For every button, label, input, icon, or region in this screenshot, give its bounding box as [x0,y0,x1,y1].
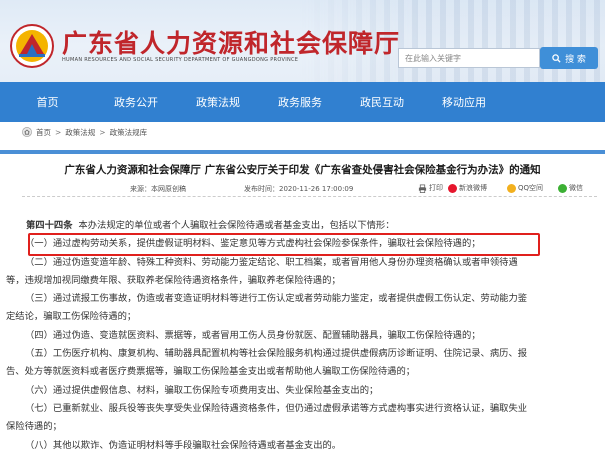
site-title[interactable]: 广东省人力资源和社会保障厅 [62,24,400,60]
search-input[interactable]: 在此输入关键字 [398,48,540,68]
breadcrumb-separator: > [55,127,62,137]
breadcrumb-home[interactable]: 首页 [36,127,51,138]
breadcrumb-separator: > [99,127,106,137]
article-line: 等，违规增加视同缴费年限、获取养老保险待遇资格条件，骗取养老保险待遇的； [6,274,341,286]
print-label: 打印 [429,184,443,192]
qzone-icon [507,183,516,193]
article-line: （五）工伤医疗机构、康复机构、辅助器具配置机构等社会保险服务机构通过提供虚假病历… [25,348,528,360]
breadcrumb-policy-library[interactable]: 政策法规库 [110,127,148,138]
search-button-label: 搜 索 [565,54,586,65]
article-line: （二）通过伪造变造年龄、特殊工种资料、劳动能力鉴定结论、职工档案，或者冒用他人身… [25,256,518,268]
breadcrumb: 首页 > 政策法规 > 政策法规库 [22,126,147,138]
article-line: 本办法规定的单位或者个人骗取社会保险待遇或者基金支出，包括以下情形： [78,220,395,231]
nav-item-home[interactable]: 首页 [0,94,95,110]
home-icon [22,127,32,137]
header-banner: 广东省人力资源和社会保障厅 HUMAN RESOURCES AND SOCIAL… [0,0,605,82]
share-qzone-label: QQ空间 [518,184,544,192]
article-line: 保险待遇的； [6,421,62,433]
article-meta: 来源：本网原创稿 发布时间：2020-11-26 17:00:09 打印 新浪微… [0,181,600,195]
nav-item-policy-regulations[interactable]: 政策法规 [177,94,259,110]
section-divider [0,150,605,154]
share-weibo-label: 新浪微博 [459,184,487,192]
printer-icon [418,184,427,193]
article-line: 告、处方等就医资料或者医疗费票据等，骗取工伤保险基金支出或者帮助他人骗取工伤保险… [6,366,416,378]
article-source: 来源：本网原创稿 [130,185,186,193]
highlight-annotation-box [28,233,540,256]
article-line: （四）通过伪造、变造就医资料、票据等，或者冒用工伤人员身份就医、配置辅助器具，骗… [25,329,481,341]
nav-item-mobile-apps[interactable]: 移动应用 [423,94,505,110]
article-number: 第四十四条 [26,220,73,231]
article-line: 定结论，骗取工伤保险待遇的； [6,311,137,323]
share-weibo[interactable]: 新浪微博 [448,183,487,193]
search-button[interactable]: 搜 索 [540,47,598,69]
wechat-icon [558,183,567,193]
nav-item-gov-affairs-open[interactable]: 政务公开 [95,94,177,110]
share-wechat-label: 微信 [569,184,583,192]
nav-item-interaction[interactable]: 政民互动 [341,94,423,110]
article-publish-time: 发布时间：2020-11-26 17:00:09 [244,185,354,193]
nav-item-gov-services[interactable]: 政务服务 [259,94,341,110]
main-nav: 首页 政务公开 政策法规 政务服务 政民互动 移动应用 [0,82,605,122]
article-title: 广东省人力资源和社会保障厅 广东省公安厅关于印发《广东省查处侵害社会保险基金行为… [64,164,541,176]
share-qzone[interactable]: QQ空间 [507,183,543,193]
print-button[interactable]: 打印 [418,183,443,193]
weibo-icon [448,183,457,193]
search-icon [552,53,561,63]
site-subtitle: HUMAN RESOURCES AND SOCIAL SECURITY DEPA… [62,57,299,63]
article-line: （六）通过提供虚假信息、材料，骗取工伤保险专项费用支出、失业保险基金支出的； [25,384,379,396]
article-line: （七）已重新就业、服兵役等丧失享受失业保险待遇资格条件，但仍通过虚假承诺等方式虚… [25,402,528,414]
breadcrumb-policy[interactable]: 政策法规 [65,127,95,138]
article-line: （三）通过谎报工伤事故，伪造或者变造证明材料等进行工伤认定或者劳动能力鉴定，或者… [25,293,528,305]
department-logo-icon[interactable] [10,24,54,68]
article-line: （八）其他以欺诈、伪造证明材料等手段骗取社会保险待遇或者基金支出的。 [25,439,342,451]
meta-divider [22,196,597,197]
share-wechat[interactable]: 微信 [558,183,583,193]
